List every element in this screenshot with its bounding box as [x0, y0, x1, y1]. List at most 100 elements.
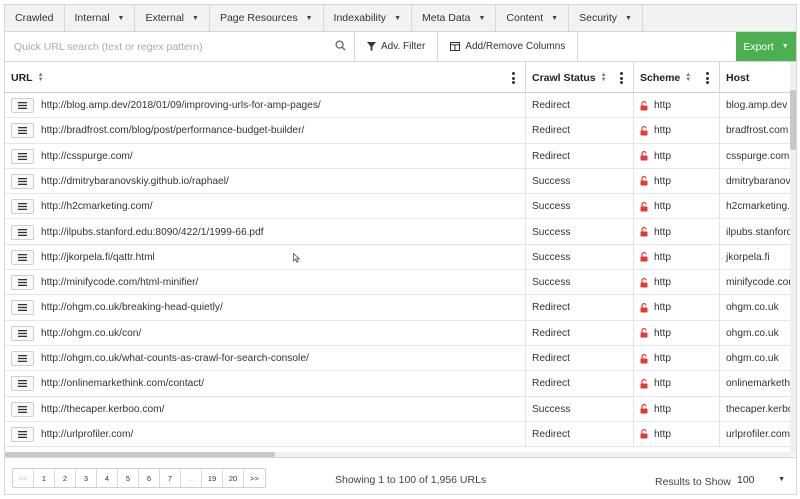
table-row[interactable]: http://h2cmarketing.com/Success http h2cma…	[5, 194, 790, 220]
page-button[interactable]: 2	[55, 469, 76, 487]
vertical-scrollbar[interactable]	[790, 62, 796, 455]
page-button[interactable]: 6	[139, 469, 160, 487]
tab-indexability[interactable]: Indexability ▼	[324, 5, 412, 31]
row-menu-button[interactable]	[11, 351, 34, 366]
url-text[interactable]: http://jkorpela.fi/qattr.html	[41, 252, 155, 263]
tab-page-resources[interactable]: Page Resources ▼	[210, 5, 324, 31]
url-cell[interactable]: http://jkorpela.fi/qattr.html	[5, 244, 526, 270]
column-header-url[interactable]: URL ▲ ▼	[5, 62, 526, 93]
export-label: Export	[743, 40, 774, 53]
url-text[interactable]: http://h2cmarketing.com/	[41, 201, 153, 212]
column-menu-icon[interactable]	[620, 72, 623, 86]
url-text[interactable]: http://ohgm.co.uk/con/	[41, 328, 141, 339]
url-text[interactable]: http://urlprofiler.com/	[41, 429, 133, 440]
url-text[interactable]: http://bradfrost.com/blog/post/performan…	[41, 125, 304, 136]
table-row[interactable]: http://bradfrost.com/blog/post/performan…	[5, 118, 790, 144]
column-header-crawl-status[interactable]: Crawl Status ▲ ▼	[526, 62, 634, 93]
table-row[interactable]: http://ohgm.co.uk/con/Redirect http ohgm.c…	[5, 320, 790, 346]
table-row[interactable]: http://dmitrybaranovskiy.github.io/rapha…	[5, 168, 790, 195]
column-header-host[interactable]: Host	[720, 62, 790, 93]
url-cell[interactable]: http://ohgm.co.uk/con/	[5, 320, 526, 346]
url-text[interactable]: http://csspurge.com/	[41, 151, 133, 162]
row-menu-button[interactable]	[11, 199, 34, 215]
url-cell[interactable]: http://csspurge.com/	[5, 143, 526, 169]
page-button[interactable]: 1	[34, 469, 55, 487]
url-text[interactable]: http://blog.amp.dev/2018/01/09/improving…	[41, 100, 321, 111]
table-row[interactable]: http://urlprofiler.com/Redirect http urlpr…	[5, 421, 790, 448]
column-header-scheme[interactable]: Scheme ▲ ▼	[634, 62, 720, 93]
add-remove-columns-button[interactable]: Add/Remove Columns	[438, 32, 579, 61]
url-cell[interactable]: http://h2cmarketing.com/	[5, 194, 526, 220]
tab-crawled[interactable]: Crawled	[5, 5, 65, 31]
table-row[interactable]: http://minifycode.com/html-minifier/Succ…	[5, 270, 790, 296]
table-row[interactable]: http://jkorpela.fi/qattr.html Success http…	[5, 244, 790, 271]
table-row[interactable]: http://thecaper.kerboo.com/Success http th…	[5, 396, 790, 422]
host-text: dmitrybaranovs	[726, 175, 790, 187]
row-menu-button[interactable]	[11, 224, 34, 240]
table-row[interactable]: http://blog.amp.dev/2018/01/09/improving…	[5, 93, 790, 119]
page-next-button[interactable]: >>	[244, 469, 265, 487]
url-cell[interactable]: http://thecaper.kerboo.com/	[5, 396, 526, 422]
url-cell[interactable]: http://ohgm.co.uk/what-counts-as-crawl-f…	[5, 346, 526, 371]
crawl-status-text: Redirect	[532, 327, 570, 339]
url-text[interactable]: http://dmitrybaranovskiy.github.io/rapha…	[41, 176, 229, 187]
unlocked-icon	[640, 125, 648, 136]
url-text[interactable]: http://thecaper.kerboo.com/	[41, 404, 164, 415]
url-text[interactable]: http://ohgm.co.uk/what-counts-as-crawl-f…	[41, 353, 309, 364]
row-menu-button[interactable]	[11, 275, 34, 291]
url-cell[interactable]: http://bradfrost.com/blog/post/performan…	[5, 118, 526, 144]
column-menu-icon[interactable]	[512, 72, 515, 86]
url-cell[interactable]: http://blog.amp.dev/2018/01/09/improving…	[5, 93, 526, 118]
tab-internal[interactable]: Internal ▼	[65, 5, 136, 31]
row-menu-button[interactable]	[11, 401, 34, 417]
page-button[interactable]: 3	[76, 469, 97, 487]
row-menu-button[interactable]	[11, 249, 34, 265]
url-cell[interactable]: http://ohgm.co.uk/breaking-head-quietly/	[5, 295, 526, 321]
row-menu-button[interactable]	[11, 123, 34, 139]
url-cell[interactable]: http://onlinemarkethink.com/contact/	[5, 371, 526, 397]
tab-content[interactable]: Content ▼	[496, 5, 570, 31]
page-button[interactable]: 7	[160, 469, 181, 487]
column-header-label: Host	[726, 71, 750, 84]
url-cell[interactable]: http://dmitrybaranovskiy.github.io/rapha…	[5, 168, 526, 194]
row-menu-button[interactable]	[11, 148, 34, 164]
page-button[interactable]: 4	[97, 469, 118, 487]
tab-meta-data[interactable]: Meta Data ▼	[412, 5, 497, 31]
sort-icon[interactable]: ▲ ▼	[601, 72, 607, 83]
page-button[interactable]: 19	[202, 469, 223, 487]
url-text[interactable]: http://minifycode.com/html-minifier/	[41, 277, 198, 288]
results-to-show-select[interactable]: 100 ▼	[733, 470, 791, 490]
sort-icon[interactable]: ▲ ▼	[685, 72, 691, 83]
tab-external[interactable]: External ▼	[135, 5, 210, 31]
tab-security[interactable]: Security ▼	[569, 5, 643, 31]
url-text[interactable]: http://ilpubs.stanford.edu:8090/422/1/19…	[41, 227, 264, 238]
page-button[interactable]: 20	[223, 469, 244, 487]
page-prev-button[interactable]: <<	[13, 469, 34, 487]
url-cell[interactable]: http://ilpubs.stanford.edu:8090/422/1/19…	[5, 219, 526, 245]
unlocked-icon	[640, 328, 648, 338]
table-row[interactable]: http://ilpubs.stanford.edu:8090/422/1/19…	[5, 219, 790, 245]
export-button[interactable]: Export ▼	[736, 32, 796, 61]
page-button[interactable]: 5	[118, 469, 139, 487]
scrollbar-thumb[interactable]	[790, 90, 796, 150]
url-cell[interactable]: http://minifycode.com/html-minifier/	[5, 270, 526, 296]
hamburger-icon	[18, 430, 27, 438]
row-menu-button[interactable]	[11, 300, 34, 316]
row-menu-button[interactable]	[11, 173, 34, 189]
url-search-input[interactable]	[5, 33, 325, 60]
search-icon[interactable]	[335, 40, 346, 54]
row-menu-button[interactable]	[11, 98, 34, 113]
url-text[interactable]: http://onlinemarkethink.com/contact/	[41, 378, 204, 389]
row-menu-button[interactable]	[11, 376, 34, 392]
adv-filter-button[interactable]: Adv. Filter	[355, 32, 439, 61]
sort-icon[interactable]: ▲ ▼	[38, 72, 44, 83]
url-cell[interactable]: http://urlprofiler.com/	[5, 421, 526, 447]
url-text[interactable]: http://ohgm.co.uk/breaking-head-quietly/	[41, 302, 223, 313]
table-row[interactable]: http://onlinemarkethink.com/contact/Redi…	[5, 371, 790, 397]
column-menu-icon[interactable]	[706, 72, 709, 86]
row-menu-button[interactable]	[11, 325, 34, 341]
table-row[interactable]: http://ohgm.co.uk/what-counts-as-crawl-f…	[5, 346, 790, 372]
row-menu-button[interactable]	[11, 426, 34, 442]
table-row[interactable]: http://csspurge.com/Redirect http csspurge…	[5, 143, 790, 169]
table-row[interactable]: http://ohgm.co.uk/breaking-head-quietly/…	[5, 295, 790, 321]
